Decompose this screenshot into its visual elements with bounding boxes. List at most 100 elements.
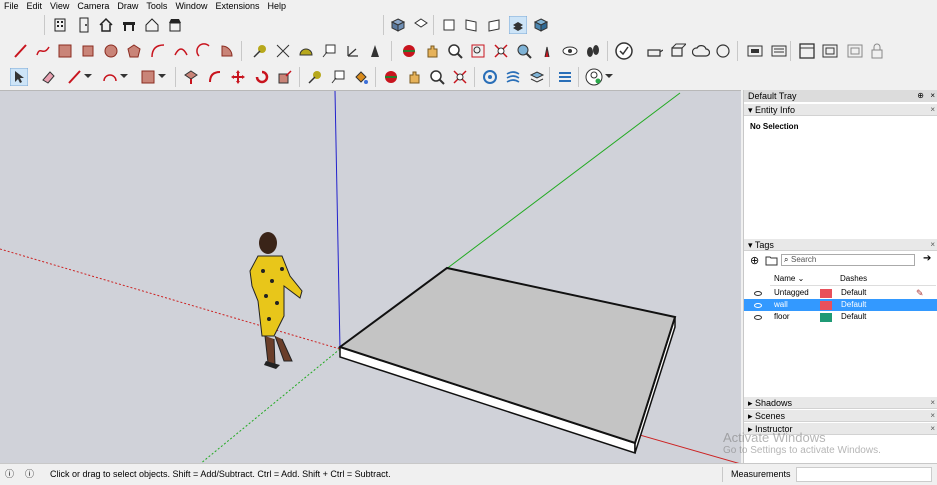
menu-extensions[interactable]: Extensions xyxy=(211,0,263,12)
tag-search-box[interactable]: ⌕ Search xyxy=(781,254,915,266)
move-icon[interactable] xyxy=(230,69,246,85)
freehand-icon[interactable] xyxy=(35,43,51,59)
protractor-icon[interactable] xyxy=(298,43,314,59)
shape-tool-icon[interactable] xyxy=(140,69,156,85)
chevron-down-icon[interactable] xyxy=(605,72,613,80)
menu-draw[interactable]: Draw xyxy=(113,0,142,12)
pencil-icon[interactable] xyxy=(66,69,82,85)
drawing-viewport[interactable] xyxy=(0,90,741,464)
eye-icon[interactable] xyxy=(754,303,762,308)
add-folder-icon[interactable] xyxy=(765,255,778,266)
scenes-header[interactable]: ▸ Scenes × xyxy=(744,410,937,422)
col-dashes[interactable]: Dashes xyxy=(840,273,867,285)
components-icon[interactable] xyxy=(668,42,686,60)
tape-measure-icon[interactable] xyxy=(307,69,323,85)
scale-icon[interactable] xyxy=(277,69,293,85)
orbit-icon[interactable] xyxy=(401,43,417,59)
tag-row-untagged[interactable]: Untagged Default ✎ xyxy=(744,287,937,299)
tag-dashes[interactable]: Default xyxy=(841,299,866,311)
push-pull-icon[interactable] xyxy=(183,69,199,85)
tape-measure-icon[interactable] xyxy=(252,43,268,59)
previous-view-icon[interactable] xyxy=(516,43,532,59)
teapot-icon[interactable] xyxy=(645,42,663,60)
sandbox-icon[interactable] xyxy=(557,69,573,85)
window-icon[interactable] xyxy=(846,42,864,60)
help-icon[interactable]: ⓘ xyxy=(25,464,34,485)
eye-icon[interactable] xyxy=(754,315,762,320)
close-icon[interactable]: × xyxy=(930,90,935,102)
zoom-extents-icon[interactable] xyxy=(493,43,509,59)
circle-icon[interactable] xyxy=(103,43,119,59)
extension-manager-icon[interactable] xyxy=(746,42,764,60)
polygon-icon[interactable] xyxy=(126,43,142,59)
extension-warehouse-icon[interactable] xyxy=(770,42,788,60)
tag-row-floor[interactable]: floor Default xyxy=(744,311,937,323)
home-icon[interactable] xyxy=(98,17,114,33)
dimension-icon[interactable] xyxy=(275,43,291,59)
sync-icon[interactable] xyxy=(714,42,732,60)
three-point-arc-icon[interactable] xyxy=(196,43,212,59)
zoom-icon[interactable] xyxy=(429,69,445,85)
menu-help[interactable]: Help xyxy=(263,0,290,12)
axes-icon[interactable] xyxy=(344,43,360,59)
measurements-input[interactable] xyxy=(796,467,932,482)
eye-icon[interactable] xyxy=(754,291,762,296)
arc-tool-icon[interactable] xyxy=(102,69,118,85)
warehouse-icon[interactable] xyxy=(482,69,498,85)
tag-color-swatch[interactable] xyxy=(820,301,832,310)
front-view-icon[interactable] xyxy=(441,17,457,33)
3d-text-icon[interactable] xyxy=(367,43,383,59)
walk-icon[interactable] xyxy=(585,43,601,59)
entity-info-header[interactable]: ▾ Entity Info × xyxy=(744,104,937,116)
follow-me-icon[interactable] xyxy=(207,69,223,85)
layers-icon[interactable] xyxy=(529,69,545,85)
menu-tools[interactable]: Tools xyxy=(142,0,171,12)
zoom-icon[interactable] xyxy=(447,43,463,59)
text-icon[interactable] xyxy=(321,43,337,59)
rectangle-icon[interactable] xyxy=(57,43,73,59)
two-point-arc-icon[interactable] xyxy=(173,43,189,59)
left-view-icon[interactable] xyxy=(509,16,527,34)
close-icon[interactable]: × xyxy=(930,410,935,422)
select-tool-icon[interactable] xyxy=(10,68,28,86)
close-icon[interactable]: × xyxy=(930,423,935,435)
top-view-icon[interactable] xyxy=(413,17,429,33)
3d-warehouse-icon[interactable] xyxy=(505,69,521,85)
tag-color-swatch[interactable] xyxy=(820,313,832,322)
arc-icon[interactable] xyxy=(150,43,166,59)
eraser-icon[interactable] xyxy=(40,69,56,85)
pan-icon[interactable] xyxy=(406,69,422,85)
pie-icon[interactable] xyxy=(219,43,235,59)
menu-view[interactable]: View xyxy=(46,0,73,12)
look-around-icon[interactable] xyxy=(562,43,578,59)
chevron-down-icon[interactable] xyxy=(120,72,128,80)
pan-icon[interactable] xyxy=(424,43,440,59)
menu-file[interactable]: File xyxy=(0,0,23,12)
house-outline-icon[interactable] xyxy=(144,17,160,33)
close-icon[interactable]: × xyxy=(930,397,935,409)
shadows-header[interactable]: ▸ Shadows × xyxy=(744,397,937,409)
pin-icon[interactable]: ⊕ xyxy=(917,90,924,102)
building-icon[interactable] xyxy=(52,17,68,33)
shop-icon[interactable] xyxy=(167,17,183,33)
paint-bucket-icon[interactable] xyxy=(353,69,369,85)
tag-dashes[interactable]: Default xyxy=(841,311,866,323)
cloud-icon[interactable] xyxy=(692,42,710,60)
style-shaded-icon[interactable] xyxy=(533,17,549,33)
bench-icon[interactable] xyxy=(121,17,137,33)
zoom-extents-icon[interactable] xyxy=(452,69,468,85)
tag-dashes[interactable]: Default xyxy=(841,287,866,299)
tag-row-wall[interactable]: wall Default xyxy=(744,299,937,311)
send-to-layout-icon[interactable] xyxy=(821,42,839,60)
chevron-down-icon[interactable] xyxy=(158,72,166,80)
zoom-window-icon[interactable] xyxy=(470,43,486,59)
check-validate-icon[interactable] xyxy=(615,42,633,60)
lock-icon[interactable] xyxy=(868,42,886,60)
details-arrow-icon[interactable]: ➔ xyxy=(923,253,931,264)
chevron-down-icon[interactable] xyxy=(84,72,92,80)
tags-header[interactable]: ▾ Tags × xyxy=(744,239,937,251)
rotate-icon[interactable] xyxy=(254,69,270,85)
menu-edit[interactable]: Edit xyxy=(23,0,47,12)
text-icon[interactable] xyxy=(330,69,346,85)
menu-camera[interactable]: Camera xyxy=(73,0,113,12)
